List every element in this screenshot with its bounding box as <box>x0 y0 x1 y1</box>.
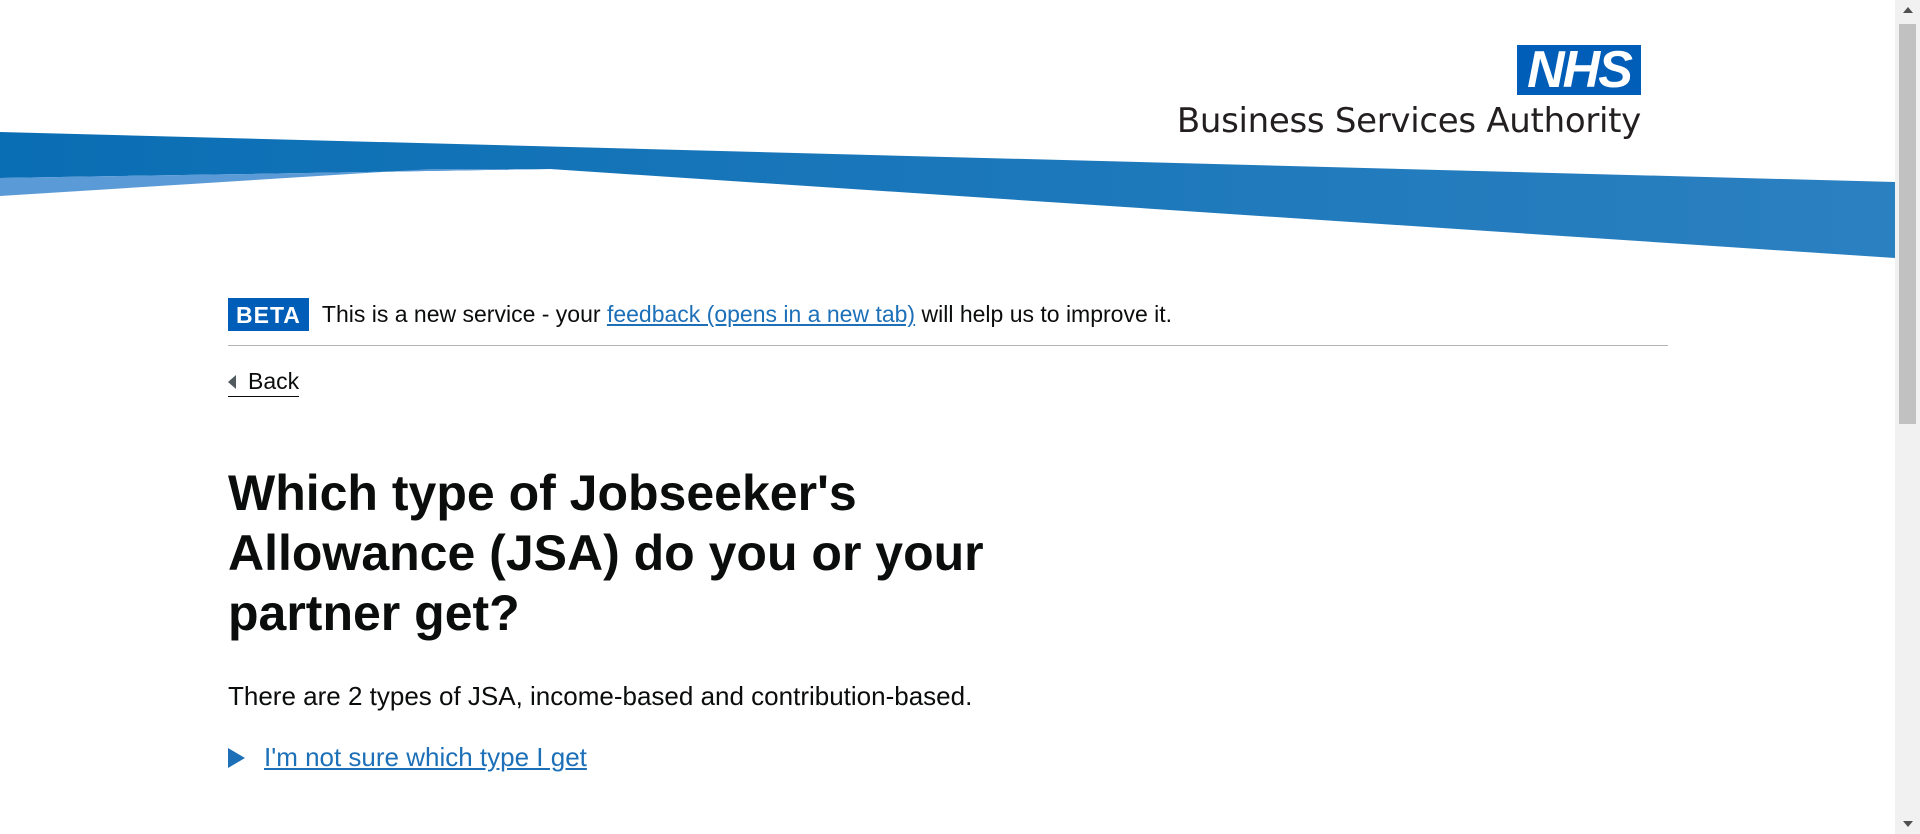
details-toggle[interactable]: I'm not sure which type I get <box>228 742 1668 773</box>
page: NHS Business Services Authority BETA Thi… <box>0 0 1920 834</box>
back-link[interactable]: Back <box>228 368 300 397</box>
scrollbar-thumb[interactable] <box>1899 24 1916 424</box>
header: NHS Business Services Authority <box>0 0 1895 270</box>
page-title: Which type of Jobseeker's Allowance (JSA… <box>228 465 984 641</box>
beta-tag: BETA <box>228 298 309 331</box>
phase-text-before: This is a new service - your <box>321 301 607 327</box>
chevron-left-icon <box>228 374 236 389</box>
nhsbsa-logo[interactable]: NHS Business Services Authority <box>1177 44 1641 145</box>
details-summary-link[interactable]: I'm not sure which type I get <box>264 742 587 773</box>
triangle-right-icon <box>228 747 245 768</box>
hint-text: There are 2 types of JSA, income-based a… <box>228 681 973 711</box>
nhs-logo-mark: NHS <box>1517 44 1641 96</box>
phase-text-after: will help us to improve it. <box>915 301 1173 327</box>
feedback-link[interactable]: feedback (opens in a new tab) <box>607 301 915 327</box>
vertical-scrollbar[interactable] <box>1895 0 1920 834</box>
main-content: BETA This is a new service - your feedba… <box>228 298 1668 773</box>
scroll-down-arrow-icon[interactable] <box>1895 814 1920 834</box>
org-name: Business Services Authority <box>1176 101 1641 141</box>
back-link-label: Back <box>248 368 300 394</box>
scroll-up-arrow-icon[interactable] <box>1895 0 1920 20</box>
phase-banner: BETA This is a new service - your feedba… <box>228 298 1668 346</box>
phase-banner-text: This is a new service - your feedback (o… <box>322 301 1172 328</box>
